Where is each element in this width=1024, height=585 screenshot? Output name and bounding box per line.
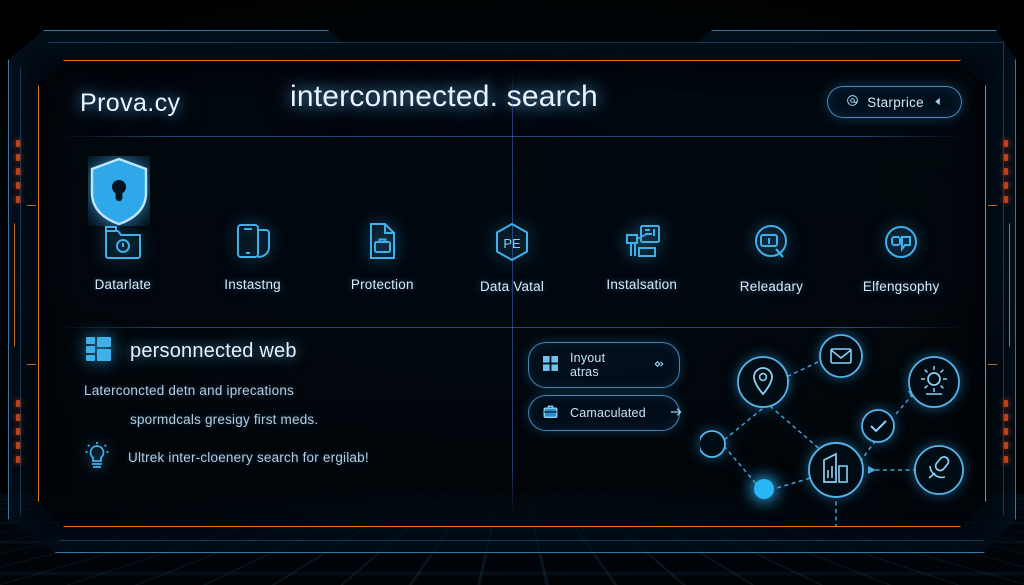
category-label: Instastng [224,277,281,292]
document-briefcase-icon [362,222,402,265]
category-item-protection[interactable]: Protection [317,222,447,294]
page-title: interconnected. search [290,80,598,113]
grid-windows-icon [543,356,558,374]
mic-node [914,445,964,495]
location-node [737,356,789,408]
category-label: Instalsation [606,277,678,292]
camaculated-button[interactable]: Camaculated [528,395,683,431]
category-icon-row: Datarlate Instastng Protection PE Data V… [58,222,966,294]
action-label: Camaculated [570,406,646,420]
category-label: Datarlate [94,277,152,292]
category-item-data-vatal[interactable]: PE Data Vatal [447,222,577,294]
folder-clock-icon [103,222,143,265]
mail-node [819,334,863,378]
lower-line-text: Laterconcted detn and iprecations [84,383,294,398]
data-transfer-icon [621,222,663,265]
lightbulb-icon [84,441,110,474]
category-item-instalsation[interactable]: Instalsation [577,222,707,294]
category-item-elfengsophy[interactable]: Elfengsophy [836,222,966,294]
mobile-document-icon [233,222,273,265]
empty-node [698,430,726,458]
right-bottom-indicator-dots [1004,400,1008,463]
lower-line-text: spormdcals gresigy first meds. [130,412,319,427]
category-item-releadary[interactable]: Releadary [707,222,837,294]
pe-hexagon-icon: PE [492,222,532,267]
starprice-label: Starprice [867,94,924,110]
main-content: Prova.cy interconnected. search Starpric… [58,72,966,526]
brand-logo: Prova.cy [80,88,181,117]
lower-section: personnected web Laterconcted detn and i… [58,334,966,526]
check-node [861,409,895,443]
right-edge-bracket [988,205,1010,365]
svg-text:PE: PE [503,236,521,251]
chart-node [808,442,864,498]
network-diagram [698,334,972,530]
left-bottom-indicator-dots [16,400,20,463]
category-label: Elfengsophy [862,279,940,294]
stacked-cards-icon [84,334,114,369]
lower-heading: personnected web [130,340,297,362]
right-top-indicator-dots [1004,140,1008,203]
lower-line-text: Ultrek inter-cloenery search for ergilab… [128,450,369,465]
play-left-icon [932,95,943,110]
section-divider [58,327,966,328]
category-item-datarlate[interactable]: Datarlate [58,222,188,294]
shield-lock-icon [88,156,150,231]
battery-search-icon [751,222,791,267]
category-label: Protection [350,277,414,292]
settings-node [908,356,960,408]
dot-node [754,479,774,499]
arrow-right-icon [670,406,683,421]
category-label: Data Vatal [479,279,545,294]
diamond-chevron-icon [653,358,665,373]
action-label: Inyout atras [570,351,606,379]
at-circle-icon [846,94,859,110]
category-item-instastng[interactable]: Instastng [188,222,318,294]
category-label: Releadary [739,279,804,294]
left-edge-bracket [14,205,36,365]
starprice-button[interactable]: Starprice [827,86,962,118]
left-top-indicator-dots [16,140,20,203]
inyout-atras-button[interactable]: Inyout atras [528,342,680,388]
quote-circle-icon [881,222,921,267]
briefcase-icon [543,404,558,422]
